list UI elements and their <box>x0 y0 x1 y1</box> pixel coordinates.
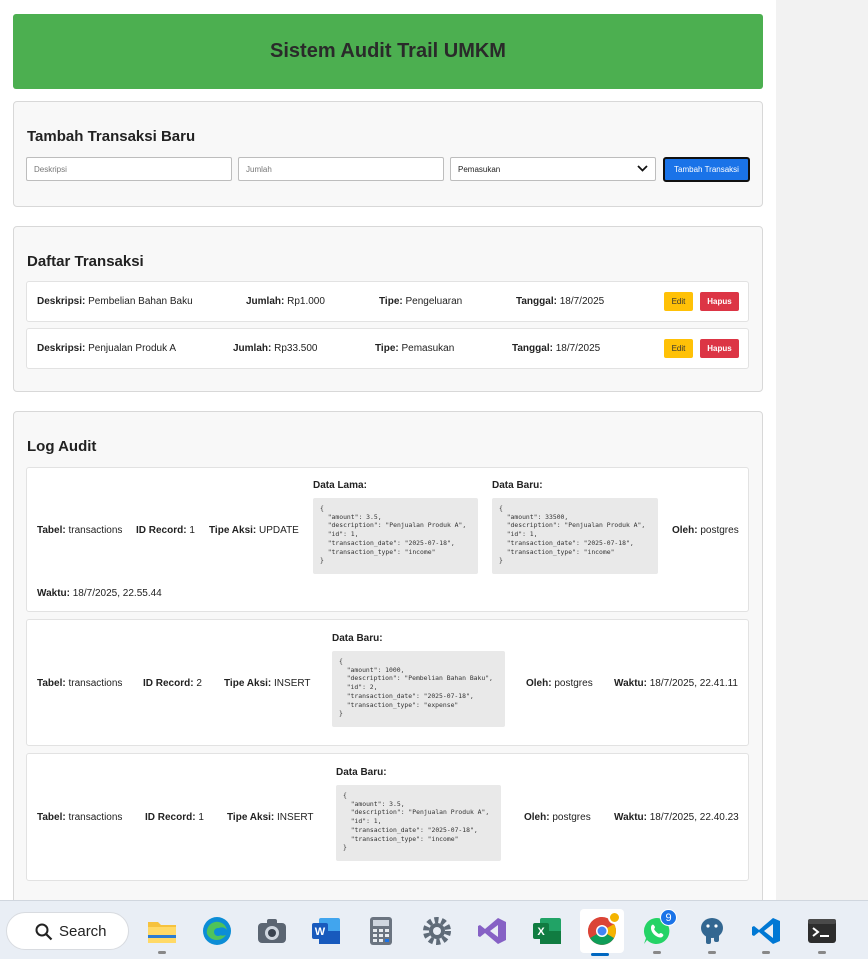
audit-by: Oleh: postgres <box>672 525 739 536</box>
new-data-label: Data Baru: <box>332 633 383 644</box>
form-title: Tambah Transaksi Baru <box>27 128 196 145</box>
transactions-card: Daftar Transaksi Deskripsi: Pembelian Ba… <box>13 226 763 392</box>
type-select[interactable]: Pemasukan <box>450 157 656 181</box>
new-data-json: { "amount": 1000, "description": "Pembel… <box>332 651 505 727</box>
transaction-row: Deskripsi: Penjualan Produk A Jumlah: Rp… <box>26 328 749 369</box>
transaction-amount: Jumlah: Rp33.500 <box>233 343 318 354</box>
description-input[interactable]: Deskripsi <box>26 157 232 181</box>
search-icon <box>35 923 53 941</box>
audit-table: Tabel: transactions <box>37 525 123 536</box>
page-title: Sistem Audit Trail UMKM <box>270 40 506 62</box>
transaction-type: Tipe: Pemasukan <box>375 343 455 354</box>
new-data-label: Data Baru: <box>492 480 543 491</box>
transaction-row: Deskripsi: Pembelian Bahan Baku Jumlah: … <box>26 281 749 322</box>
audit-record-id: ID Record: 1 <box>145 812 204 823</box>
audit-entry: Tabel: transactions ID Record: 1 Tipe Ak… <box>26 753 749 881</box>
word-icon[interactable]: W <box>306 911 346 951</box>
audit-entry: Tabel: transactions ID Record: 2 Tipe Ak… <box>26 619 749 746</box>
svg-text:X: X <box>537 926 545 938</box>
transaction-amount: Jumlah: Rp1.000 <box>246 296 325 307</box>
edit-button[interactable]: Edit <box>664 339 693 358</box>
add-transaction-card: Tambah Transaksi Baru Deskripsi Jumlah P… <box>13 101 763 207</box>
transaction-type: Tipe: Pengeluaran <box>379 296 463 307</box>
terminal-icon[interactable] <box>802 911 842 954</box>
excel-icon[interactable]: X <box>527 911 567 951</box>
edit-button[interactable]: Edit <box>664 292 693 311</box>
audit-action: Tipe Aksi: INSERT <box>227 812 314 823</box>
calculator-icon[interactable] <box>361 911 401 951</box>
audit-time: Waktu: 18/7/2025, 22.55.44 <box>37 588 162 599</box>
file-explorer-icon[interactable] <box>142 911 182 954</box>
browser-page: Sistem Audit Trail UMKM Tambah Transaksi… <box>0 0 776 900</box>
camera-icon[interactable] <box>252 911 292 951</box>
transaction-description: Deskripsi: Pembelian Bahan Baku <box>37 296 193 307</box>
type-select-value: Pemasukan <box>458 164 501 174</box>
audit-by: Oleh: postgres <box>524 812 591 823</box>
audit-log-title: Log Audit <box>27 438 97 455</box>
amount-input[interactable]: Jumlah <box>238 157 444 181</box>
whatsapp-icon[interactable]: 9 <box>637 909 677 954</box>
transaction-date: Tanggal: 18/7/2025 <box>516 296 605 307</box>
settings-icon[interactable] <box>417 911 457 951</box>
audit-action: Tipe Aksi: INSERT <box>224 678 311 689</box>
taskbar-search-label: Search <box>59 922 107 940</box>
add-transaction-button[interactable]: Tambah Transaksi <box>663 157 750 182</box>
vscode-icon[interactable] <box>746 911 786 954</box>
app-header: Sistem Audit Trail UMKM <box>13 14 763 89</box>
audit-entry: Tabel: transactions ID Record: 1 Tipe Ak… <box>26 467 749 612</box>
audit-by: Oleh: postgres <box>526 678 593 689</box>
taskbar: Search W X 9 <box>0 900 868 959</box>
whatsapp-badge: 9 <box>660 909 677 926</box>
chevron-down-icon <box>637 164 648 175</box>
delete-button[interactable]: Hapus <box>700 339 739 358</box>
audit-time: Waktu: 18/7/2025, 22.41.11 <box>614 678 738 689</box>
new-data-json: { "amount": 33500, "description": "Penju… <box>492 498 658 574</box>
audit-action: Tipe Aksi: UPDATE <box>209 525 299 536</box>
transaction-description: Deskripsi: Penjualan Produk A <box>37 343 176 354</box>
chrome-icon[interactable] <box>580 909 624 956</box>
new-data-label: Data Baru: <box>336 767 387 778</box>
audit-record-id: ID Record: 2 <box>143 678 202 689</box>
transaction-date: Tanggal: 18/7/2025 <box>512 343 601 354</box>
audit-time: Waktu: 18/7/2025, 22.40.23 <box>614 812 739 823</box>
edge-icon[interactable] <box>197 911 237 951</box>
new-data-json: { "amount": 3.5, "description": "Penjual… <box>336 785 501 861</box>
visual-studio-icon[interactable] <box>472 911 512 951</box>
delete-button[interactable]: Hapus <box>700 292 739 311</box>
transactions-title: Daftar Transaksi <box>27 253 144 270</box>
old-data-label: Data Lama: <box>313 480 367 491</box>
postgresql-icon[interactable] <box>692 911 732 954</box>
audit-table: Tabel: transactions <box>37 812 123 823</box>
svg-text:W: W <box>315 926 326 938</box>
scrollbar-track[interactable] <box>776 0 868 900</box>
audit-table: Tabel: transactions <box>37 678 123 689</box>
old-data-json: { "amount": 3.5, "description": "Penjual… <box>313 498 478 574</box>
audit-record-id: ID Record: 1 <box>136 525 195 536</box>
taskbar-search[interactable]: Search <box>6 912 129 950</box>
audit-log-card: Log Audit Tabel: transactions ID Record:… <box>13 411 763 900</box>
